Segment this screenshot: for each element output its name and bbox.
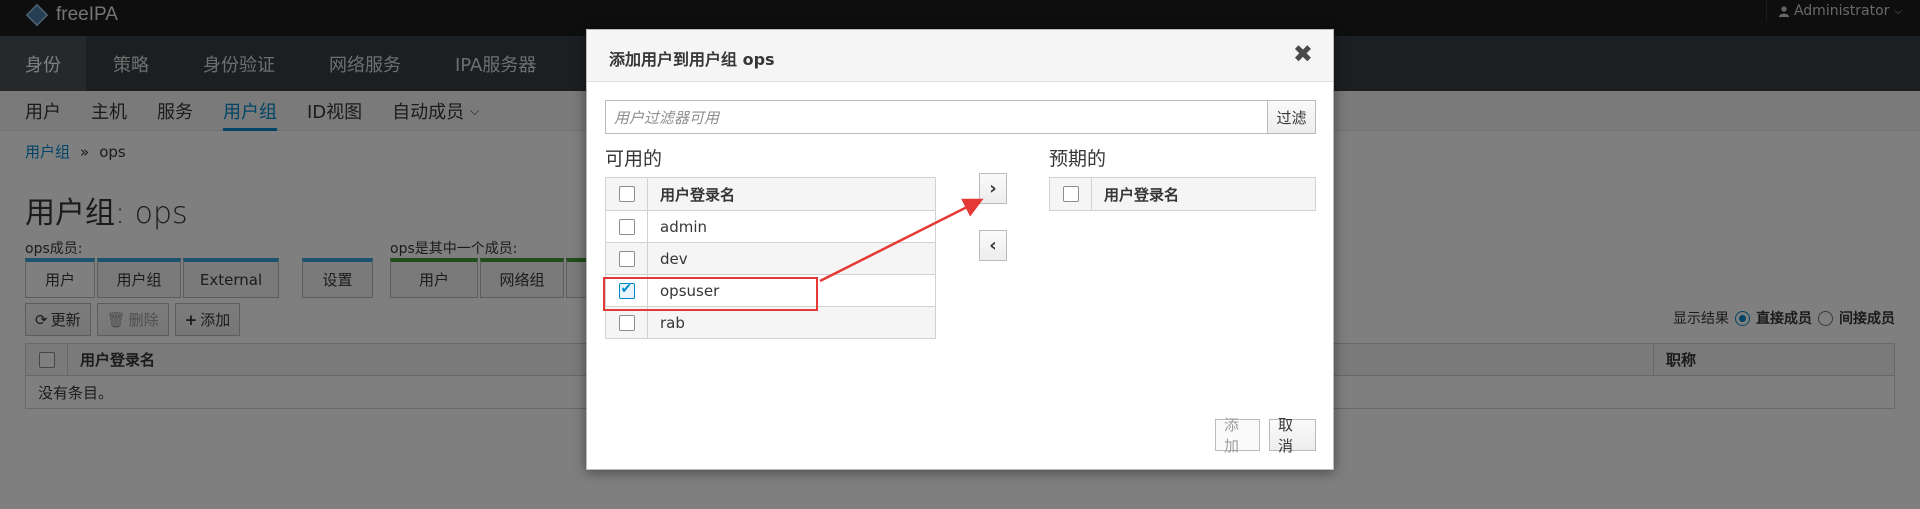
cancel-button[interactable]: 取消: [1269, 416, 1316, 455]
arrow-annotation: [819, 198, 984, 283]
add-button-dialog[interactable]: 添加: [1215, 416, 1260, 455]
add-users-dialog: 添加用户到用户组 ops ✖ 用户过滤器可用 过滤 可用的 预期的 用户登录名 …: [586, 29, 1334, 470]
